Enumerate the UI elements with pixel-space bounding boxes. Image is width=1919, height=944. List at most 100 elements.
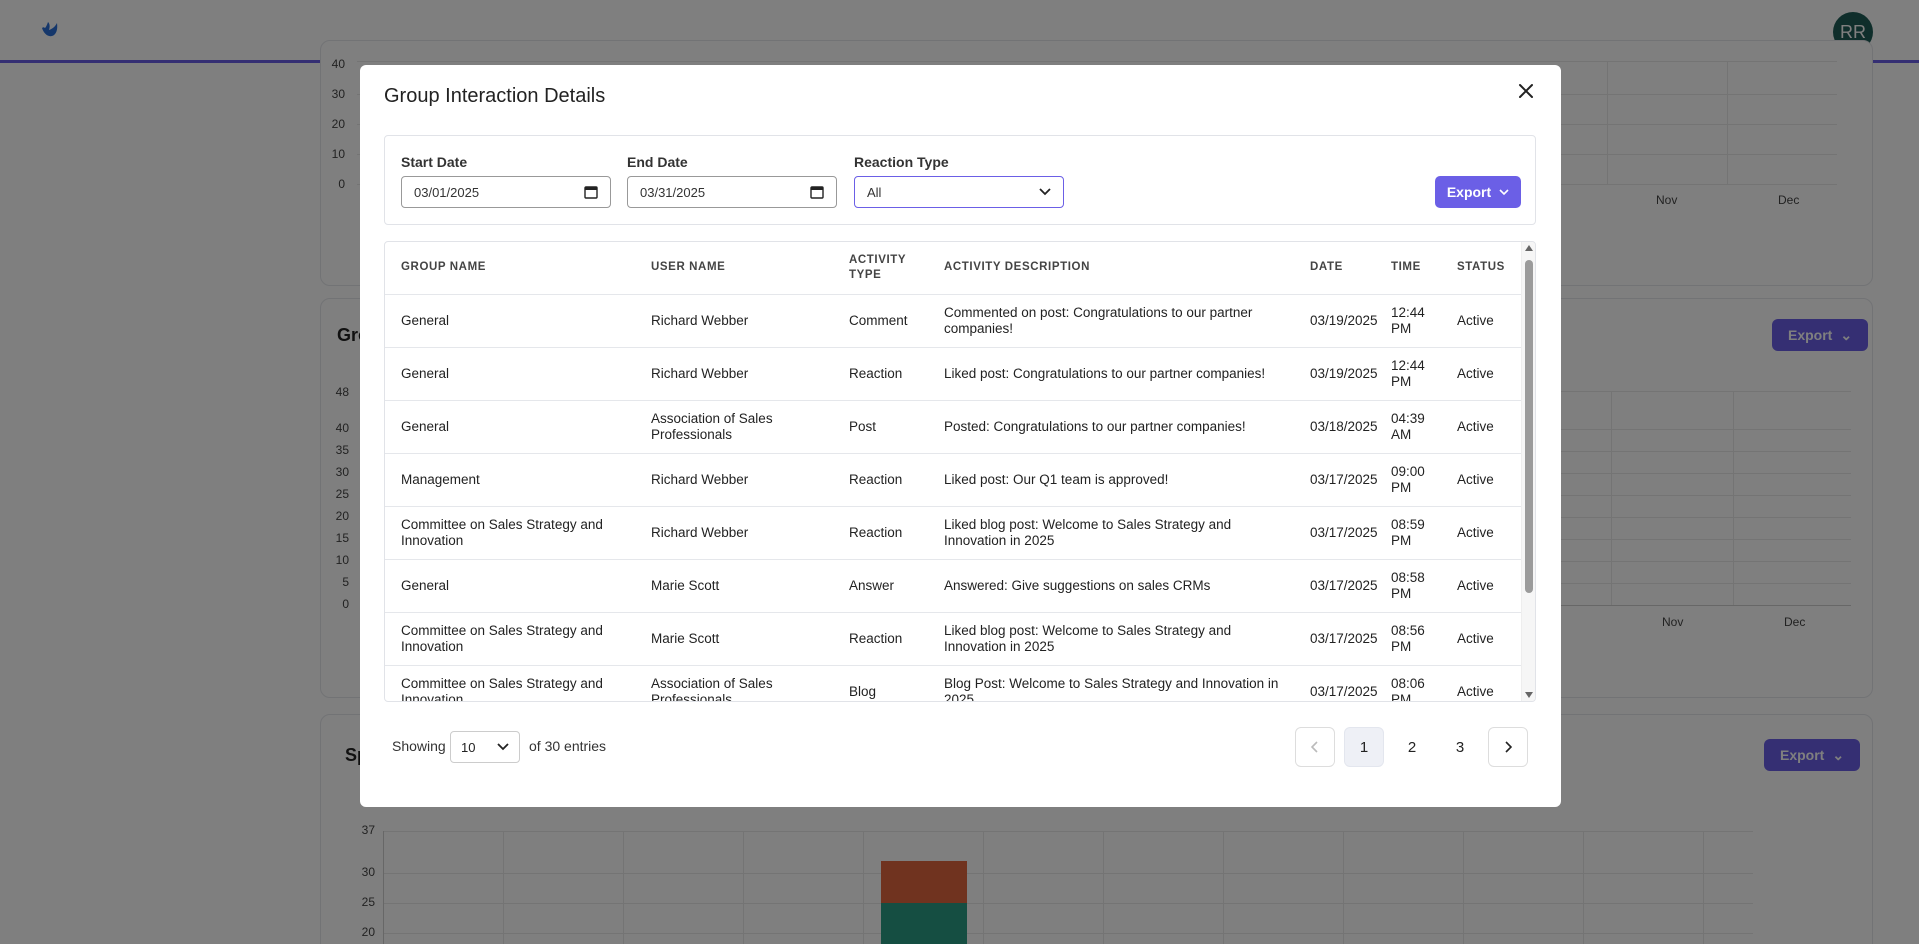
start-date-label: Start Date <box>401 154 468 170</box>
cell-time: 08:58 PM <box>1379 559 1445 613</box>
cell-activity-type: Post <box>837 400 932 454</box>
column-header-time[interactable]: TIME <box>1379 242 1445 295</box>
table-row: Management Richard Webber Reaction Liked… <box>385 453 1521 507</box>
cell-group-name: General <box>385 347 639 401</box>
cell-time: 08:06 PM <box>1379 665 1445 701</box>
cell-user-name: Richard Webber <box>639 453 837 507</box>
cell-date: 03/17/2025 <box>1298 665 1379 701</box>
cell-status: Active <box>1445 347 1521 401</box>
page-size-select[interactable]: 10 <box>450 731 520 763</box>
group-interaction-modal: Group Interaction Details Start Date 03/… <box>360 65 1561 807</box>
export-button[interactable]: Export <box>1435 176 1521 208</box>
reaction-type-select[interactable]: All <box>854 176 1064 208</box>
start-date-input[interactable]: 03/01/2025 <box>401 176 611 208</box>
chevron-down-icon <box>497 743 509 751</box>
page-size-value: 10 <box>461 739 476 755</box>
cell-activity-description: Liked post: Congratulations to our partn… <box>932 347 1298 401</box>
cell-status: Active <box>1445 294 1521 348</box>
cell-date: 03/17/2025 <box>1298 453 1379 507</box>
cell-status: Active <box>1445 506 1521 560</box>
cell-group-name: General <box>385 559 639 613</box>
column-header-activity-description[interactable]: ACTIVITY DESCRIPTION <box>932 242 1298 295</box>
interaction-table: GROUP NAME USER NAME ACTIVITY TYPE ACTIV… <box>385 242 1521 701</box>
chevron-down-icon <box>1039 188 1051 196</box>
cell-date: 03/19/2025 <box>1298 294 1379 348</box>
end-date-value: 03/31/2025 <box>640 184 706 200</box>
cell-activity-type: Comment <box>837 294 932 348</box>
column-header-group-name[interactable]: GROUP NAME <box>385 242 639 295</box>
cell-activity-type: Reaction <box>837 612 932 666</box>
end-date-input[interactable]: 03/31/2025 <box>627 176 837 208</box>
column-header-date[interactable]: DATE <box>1298 242 1379 295</box>
cell-activity-type: Answer <box>837 559 932 613</box>
cell-user-name: Marie Scott <box>639 559 837 613</box>
prev-page-button[interactable] <box>1295 727 1335 767</box>
table-row: Committee on Sales Strategy and Innovati… <box>385 612 1521 666</box>
chevron-right-icon <box>1505 741 1512 753</box>
export-label: Export <box>1446 184 1492 200</box>
cell-user-name: Marie Scott <box>639 612 837 666</box>
cell-activity-description: Answered: Give suggestions on sales CRMs <box>932 559 1298 613</box>
calendar-icon[interactable] <box>810 185 824 199</box>
cell-date: 03/18/2025 <box>1298 400 1379 454</box>
column-header-activity-type[interactable]: ACTIVITY TYPE <box>837 242 932 295</box>
cell-activity-type: Reaction <box>837 453 932 507</box>
table-row: General Association of Sales Professiona… <box>385 400 1521 454</box>
reaction-type-label: Reaction Type <box>854 154 949 170</box>
cell-user-name: Association of Sales Professionals <box>639 665 837 701</box>
cell-activity-description: Commented on post: Congratulations to ou… <box>932 294 1298 348</box>
page-button-3[interactable]: 3 <box>1440 727 1480 767</box>
cell-group-name: Management <box>385 453 639 507</box>
page-button-2[interactable]: 2 <box>1392 727 1432 767</box>
cell-group-name: General <box>385 294 639 348</box>
cell-time: 09:00 PM <box>1379 453 1445 507</box>
table-header-row: GROUP NAME USER NAME ACTIVITY TYPE ACTIV… <box>385 242 1521 295</box>
table-row: General Marie Scott Answer Answered: Giv… <box>385 559 1521 613</box>
chevron-down-icon <box>1499 188 1509 195</box>
cell-activity-type: Reaction <box>837 506 932 560</box>
cell-time: 12:44 PM <box>1379 294 1445 348</box>
column-header-status[interactable]: STATUS <box>1445 242 1521 295</box>
cell-user-name: Richard Webber <box>639 294 837 348</box>
cell-time: 08:56 PM <box>1379 612 1445 666</box>
cell-user-name: Richard Webber <box>639 506 837 560</box>
cell-time: 08:59 PM <box>1379 506 1445 560</box>
interaction-table-container[interactable]: GROUP NAME USER NAME ACTIVITY TYPE ACTIV… <box>384 241 1536 702</box>
start-date-value: 03/01/2025 <box>414 184 480 200</box>
cell-status: Active <box>1445 400 1521 454</box>
column-header-user-name[interactable]: USER NAME <box>639 242 837 295</box>
reaction-type-value: All <box>867 184 882 200</box>
close-button[interactable] <box>1514 79 1538 103</box>
table-row: General Richard Webber Reaction Liked po… <box>385 347 1521 401</box>
cell-activity-description: Blog Post: Welcome to Sales Strategy and… <box>932 665 1298 701</box>
cell-group-name: Committee on Sales Strategy and Innovati… <box>385 665 639 701</box>
modal-title: Group Interaction Details <box>384 85 606 107</box>
cell-status: Active <box>1445 453 1521 507</box>
cell-date: 03/17/2025 <box>1298 506 1379 560</box>
calendar-icon[interactable] <box>584 185 598 199</box>
cell-activity-type: Blog <box>837 665 932 701</box>
table-scrollbar[interactable] <box>1521 242 1535 701</box>
cell-activity-description: Liked post: Our Q1 team is approved! <box>932 453 1298 507</box>
table-row: Committee on Sales Strategy and Innovati… <box>385 665 1521 701</box>
cell-activity-description: Liked blog post: Welcome to Sales Strate… <box>932 506 1298 560</box>
next-page-button[interactable] <box>1488 727 1528 767</box>
end-date-label: End Date <box>627 154 688 170</box>
cell-group-name: General <box>385 400 639 454</box>
filter-panel: Start Date 03/01/2025 End Date 03/31/202… <box>384 135 1536 225</box>
cell-date: 03/17/2025 <box>1298 612 1379 666</box>
scroll-down-icon[interactable] <box>1525 692 1533 698</box>
chevron-left-icon <box>1311 741 1318 753</box>
cell-user-name: Association of Sales Professionals <box>639 400 837 454</box>
page-button-1[interactable]: 1 <box>1344 727 1384 767</box>
scroll-up-icon[interactable] <box>1525 245 1533 251</box>
cell-date: 03/19/2025 <box>1298 347 1379 401</box>
cell-status: Active <box>1445 559 1521 613</box>
cell-activity-description: Posted: Congratulations to our partner c… <box>932 400 1298 454</box>
showing-label: Showing <box>392 738 446 754</box>
cell-activity-type: Reaction <box>837 347 932 401</box>
cell-date: 03/17/2025 <box>1298 559 1379 613</box>
scroll-thumb[interactable] <box>1525 260 1533 593</box>
cell-status: Active <box>1445 612 1521 666</box>
cell-time: 12:44 PM <box>1379 347 1445 401</box>
